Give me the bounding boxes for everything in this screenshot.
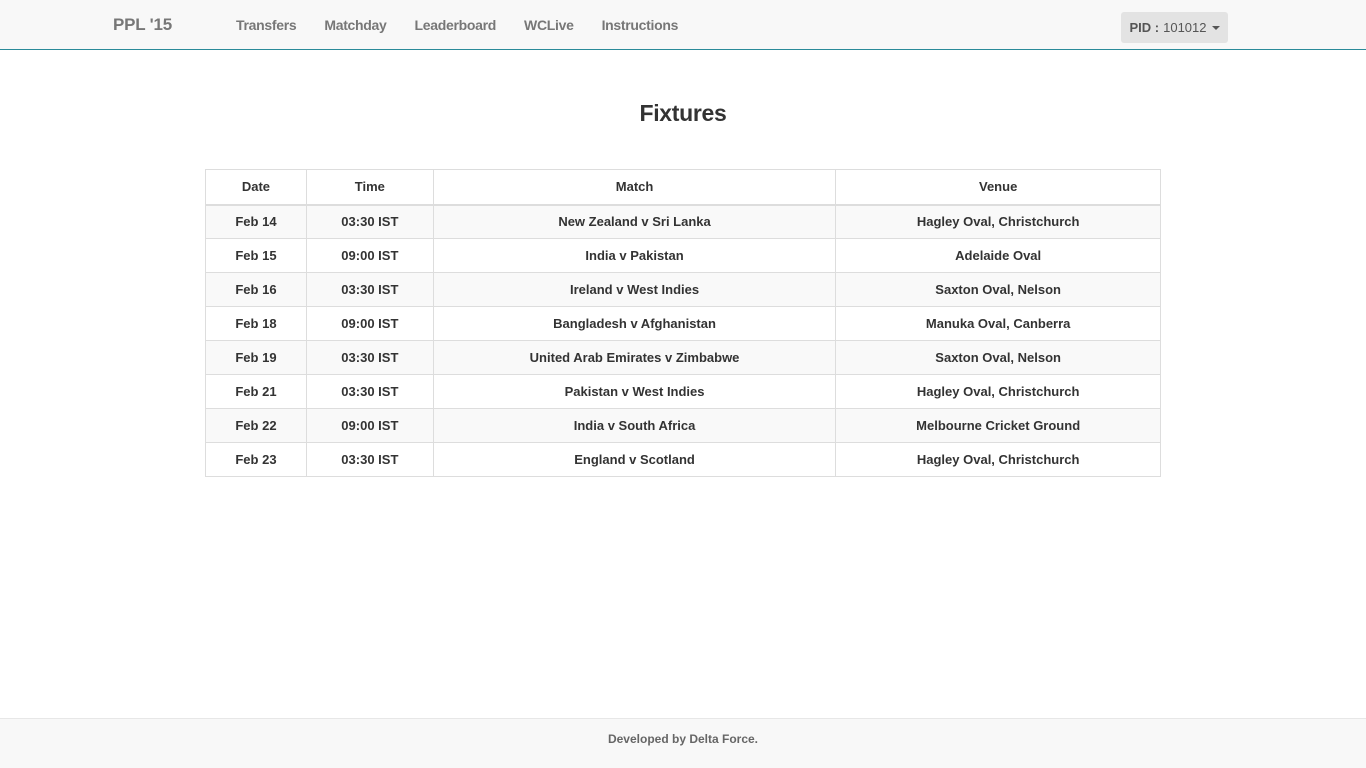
pid-value: 101012 bbox=[1163, 20, 1207, 35]
nav-link-leaderboard[interactable]: Leaderboard bbox=[401, 17, 511, 33]
cell-date: Feb 23 bbox=[205, 442, 307, 477]
cell-date: Feb 22 bbox=[205, 408, 307, 443]
cell-venue: Saxton Oval, Nelson bbox=[835, 272, 1161, 307]
header-date: Date bbox=[205, 169, 307, 206]
nav-link-transfers[interactable]: Transfers bbox=[222, 17, 310, 33]
cell-time: 03:30 IST bbox=[305, 374, 434, 409]
table-row: Feb 19 03:30 IST United Arab Emirates v Zi… bbox=[205, 340, 1161, 375]
footer-credit: Developed by Delta Force. bbox=[607, 732, 759, 746]
cell-time: 09:00 IST bbox=[305, 238, 434, 273]
cell-match: Bangladesh v Afghanistan bbox=[432, 306, 837, 341]
cell-time: 03:30 IST bbox=[305, 340, 434, 375]
page-footer: Developed by Delta Force. bbox=[0, 718, 1366, 768]
table-header-row: Date Time Match Venue bbox=[205, 169, 1161, 206]
table-row: Feb 18 09:00 IST Bangladesh v Afghanistan M… bbox=[205, 306, 1161, 341]
cell-date: Feb 21 bbox=[205, 374, 307, 409]
cell-match: India v South Africa bbox=[432, 408, 837, 443]
table-row: Feb 15 09:00 IST India v Pakistan Adelaide … bbox=[205, 238, 1161, 273]
cell-venue: Hagley Oval, Christchurch bbox=[835, 204, 1161, 239]
table-row: Feb 14 03:30 IST New Zealand v Sri Lanka Ha… bbox=[205, 204, 1161, 239]
cell-time: 09:00 IST bbox=[305, 306, 434, 341]
cell-time: 03:30 IST bbox=[305, 204, 434, 239]
cell-time: 03:30 IST bbox=[305, 442, 434, 477]
cell-venue: Melbourne Cricket Ground bbox=[835, 408, 1161, 443]
fixtures-table-body: Feb 14 03:30 IST New Zealand v Sri Lanka Ha… bbox=[205, 204, 1161, 477]
cell-venue: Saxton Oval, Nelson bbox=[835, 340, 1161, 375]
nav-link-wclive[interactable]: WCLive bbox=[510, 17, 588, 33]
brand-link[interactable]: PPL '15 bbox=[113, 15, 172, 35]
cell-match: Ireland v West Indies bbox=[432, 272, 837, 307]
top-navbar: PPL '15 Transfers Matchday Leaderboard W… bbox=[0, 0, 1366, 50]
pid-label: PID : bbox=[1129, 20, 1160, 35]
table-row: Feb 23 03:30 IST England v Scotland Hagley … bbox=[205, 442, 1161, 477]
fixtures-table: Date Time Match Venue Feb 14 03:30 IST New… bbox=[205, 169, 1161, 477]
table-row: Feb 21 03:30 IST Pakistan v West Indies Hag… bbox=[205, 374, 1161, 409]
cell-match: Pakistan v West Indies bbox=[432, 374, 837, 409]
cell-venue: Adelaide Oval bbox=[835, 238, 1161, 273]
nav-link-matchday[interactable]: Matchday bbox=[310, 17, 400, 33]
header-venue: Venue bbox=[835, 169, 1161, 206]
cell-date: Feb 15 bbox=[205, 238, 307, 273]
cell-time: 09:00 IST bbox=[305, 408, 434, 443]
table-row: Feb 16 03:30 IST Ireland v West Indies Saxt… bbox=[205, 272, 1161, 307]
header-time: Time bbox=[305, 169, 434, 206]
cell-match: United Arab Emirates v Zimbabwe bbox=[432, 340, 837, 375]
pid-dropdown-button[interactable]: PID : 101012 bbox=[1121, 12, 1228, 43]
nav-menu: Transfers Matchday Leaderboard WCLive In… bbox=[222, 0, 692, 50]
cell-match: New Zealand v Sri Lanka bbox=[432, 204, 837, 239]
cell-venue: Manuka Oval, Canberra bbox=[835, 306, 1161, 341]
cell-date: Feb 16 bbox=[205, 272, 307, 307]
cell-date: Feb 19 bbox=[205, 340, 307, 375]
nav-link-instructions[interactable]: Instructions bbox=[588, 17, 693, 33]
cell-venue: Hagley Oval, Christchurch bbox=[835, 442, 1161, 477]
page-title: Fixtures bbox=[639, 100, 727, 126]
cell-date: Feb 14 bbox=[205, 204, 307, 239]
cell-date: Feb 18 bbox=[205, 306, 307, 341]
cell-time: 03:30 IST bbox=[305, 272, 434, 307]
table-row: Feb 22 09:00 IST India v South Africa Melbo… bbox=[205, 408, 1161, 443]
caret-down-icon bbox=[1211, 26, 1220, 30]
cell-match: England v Scotland bbox=[432, 442, 837, 477]
header-match: Match bbox=[432, 169, 837, 206]
cell-venue: Hagley Oval, Christchurch bbox=[835, 374, 1161, 409]
cell-match: India v Pakistan bbox=[432, 238, 837, 273]
